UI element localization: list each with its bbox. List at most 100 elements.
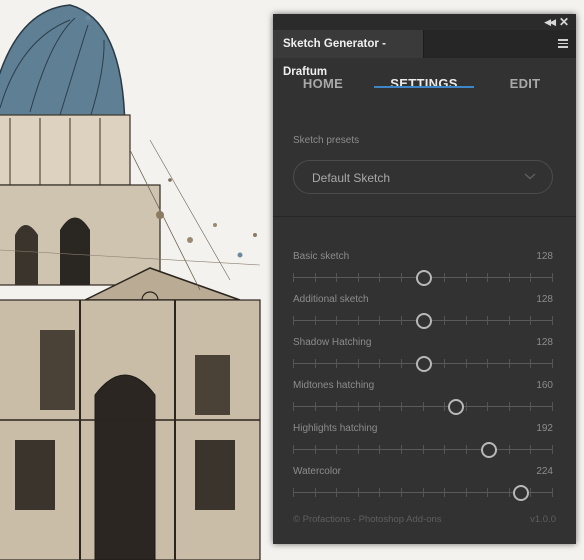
presets-label: Sketch presets [293, 135, 360, 146]
slider-tick [552, 359, 553, 368]
slider-tick [401, 445, 402, 454]
slider-tick [530, 402, 531, 411]
slider-tick [509, 445, 510, 454]
slider-tick [487, 273, 488, 282]
panel-tab-title[interactable]: Sketch Generator - Draftum [273, 30, 424, 78]
slider-track[interactable] [293, 356, 553, 372]
slider-track[interactable] [293, 399, 553, 415]
slider-thumb[interactable] [448, 399, 464, 415]
slider-tick [552, 402, 553, 411]
slider-thumb[interactable] [416, 270, 432, 286]
slider-tick [552, 445, 553, 454]
slider-tick [509, 402, 510, 411]
slider-row: Shadow Hatching 128 [293, 337, 555, 380]
slider-tick [552, 316, 553, 325]
slider-tick [444, 488, 445, 497]
slider-label: Watercolor [293, 466, 341, 477]
slider-tick [401, 273, 402, 282]
slider-tick [336, 445, 337, 454]
slider-tick [315, 273, 316, 282]
slider-tick [444, 402, 445, 411]
slider-value: 128 [536, 337, 553, 348]
slider-tick [401, 488, 402, 497]
chevron-down-icon [524, 173, 536, 180]
slider-label: Basic sketch [293, 251, 350, 262]
slider-tick [509, 488, 510, 497]
slider-tick [530, 488, 531, 497]
slider-tick [379, 316, 380, 325]
slider-tick [487, 316, 488, 325]
slider-tick [293, 316, 294, 325]
slider-track[interactable] [293, 485, 553, 501]
slider-tick [336, 488, 337, 497]
slider-tick [444, 445, 445, 454]
slider-tick [336, 273, 337, 282]
slider-thumb[interactable] [416, 313, 432, 329]
slider-tick [466, 445, 467, 454]
slider-row: Midtones hatching 160 [293, 380, 555, 423]
slider-tick [487, 359, 488, 368]
slider-tick [315, 445, 316, 454]
slider-tick [358, 359, 359, 368]
slider-tick [401, 402, 402, 411]
slider-tick [444, 273, 445, 282]
slider-tick [487, 402, 488, 411]
slider-tick [509, 359, 510, 368]
footer-credit: © Profactions - Photoshop Add-ons [293, 514, 442, 525]
slider-value: 224 [536, 466, 553, 477]
slider-tick [379, 488, 380, 497]
slider-track[interactable] [293, 442, 553, 458]
slider-value: 128 [536, 251, 553, 262]
slider-tick [423, 402, 424, 411]
slider-tick [466, 359, 467, 368]
slider-tick [379, 359, 380, 368]
slider-tick [423, 445, 424, 454]
panel-tabbar: Sketch Generator - Draftum [273, 30, 576, 78]
slider-tick [466, 316, 467, 325]
slider-tick [530, 273, 531, 282]
slider-tick [336, 359, 337, 368]
slider-label: Highlights hatching [293, 423, 378, 434]
section-divider [273, 216, 576, 217]
close-icon[interactable]: ✕ [559, 15, 569, 29]
preset-selected-value: Default Sketch [312, 171, 391, 185]
active-tab-indicator [374, 86, 474, 88]
footer-version: v1.0.0 [530, 514, 556, 525]
slider-row: Highlights hatching 192 [293, 423, 555, 466]
slider-tick [358, 445, 359, 454]
slider-value: 128 [536, 294, 553, 305]
slider-thumb[interactable] [481, 442, 497, 458]
preset-dropdown[interactable]: Default Sketch [293, 160, 553, 194]
presets-section: Sketch presets Default Sketch [273, 90, 576, 218]
double-chevron-icon[interactable]: ◀◀ [544, 15, 556, 29]
slider-tick [293, 359, 294, 368]
slider-tick [530, 359, 531, 368]
slider-tick [358, 316, 359, 325]
slider-tick [466, 402, 467, 411]
slider-row: Additional sketch 128 [293, 294, 555, 337]
slider-tick [293, 273, 294, 282]
slider-tick [358, 402, 359, 411]
slider-tick [315, 402, 316, 411]
slider-thumb[interactable] [416, 356, 432, 372]
slider-tick [444, 359, 445, 368]
slider-tick [336, 402, 337, 411]
slider-tick [379, 273, 380, 282]
slider-tick [487, 488, 488, 497]
slider-tick [358, 488, 359, 497]
slider-tick [379, 445, 380, 454]
slider-tick [315, 316, 316, 325]
slider-tick [509, 273, 510, 282]
slider-tick [423, 488, 424, 497]
slider-tick [552, 273, 553, 282]
slider-tick [552, 488, 553, 497]
slider-tick [315, 488, 316, 497]
slider-tick [293, 445, 294, 454]
slider-label: Midtones hatching [293, 380, 375, 391]
slider-tick [336, 316, 337, 325]
hamburger-menu-icon[interactable] [558, 39, 568, 50]
slider-track[interactable] [293, 270, 553, 286]
slider-thumb[interactable] [513, 485, 529, 501]
slider-track[interactable] [293, 313, 553, 329]
slider-tick [401, 316, 402, 325]
